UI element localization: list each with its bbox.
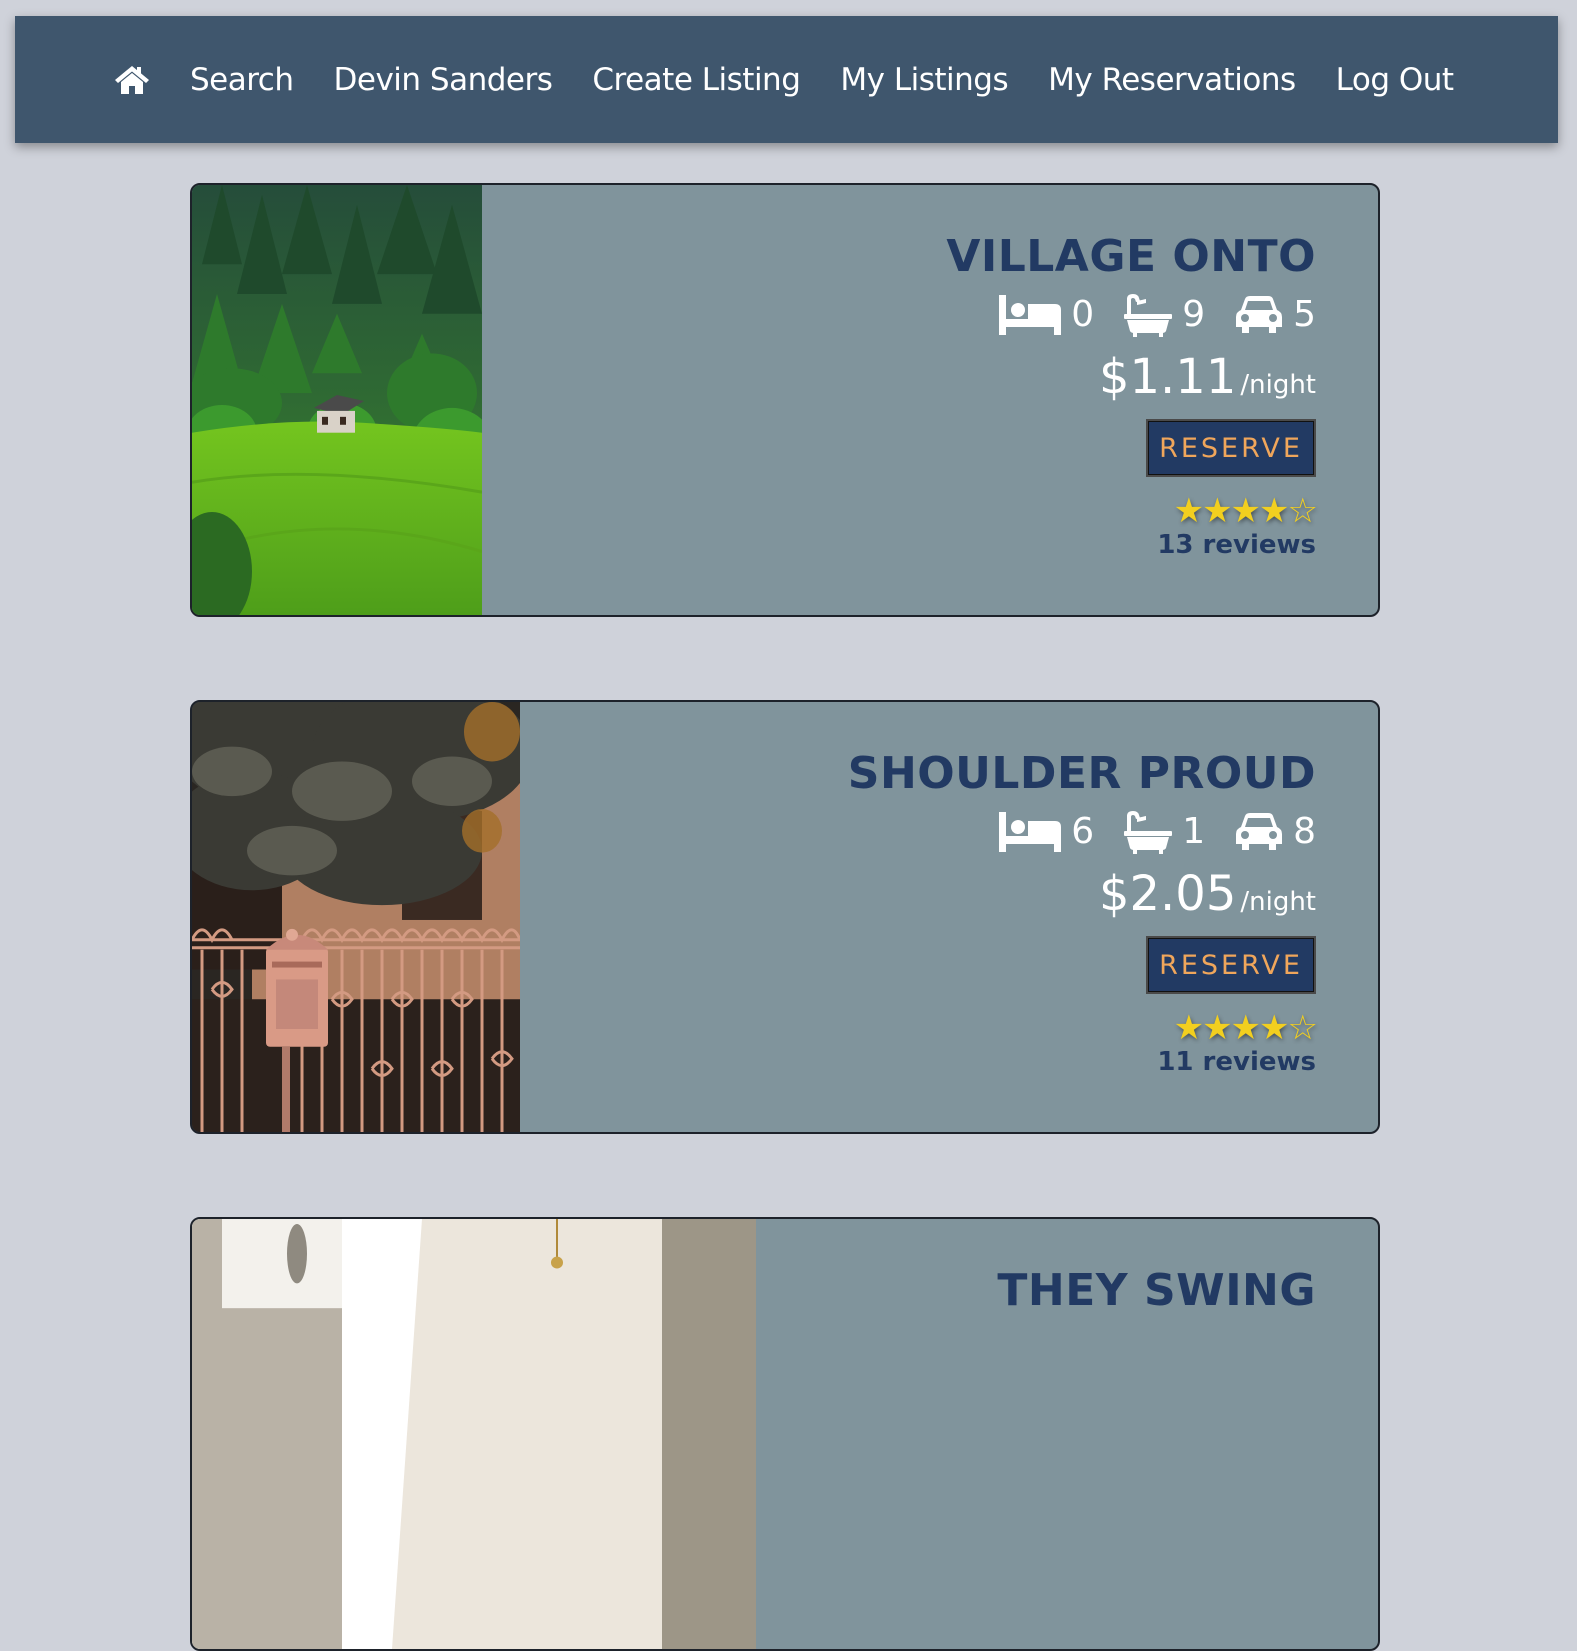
bed-icon: [999, 295, 1062, 335]
beds-count: 6: [1071, 811, 1095, 852]
listing-photo[interactable]: [192, 702, 520, 1132]
bath-icon: [1124, 811, 1173, 854]
listing-info: THEY SWING: [997, 1263, 1316, 1319]
amenities-row: 6 1 8: [999, 808, 1316, 856]
top-navbar: Search Devin Sanders Create Listing My L…: [15, 16, 1558, 143]
listing-info: VILLAGE ONTO 0 9 5 $1.11 /night RESERVE …: [946, 229, 1318, 561]
price-row: $2.05 /night: [1099, 866, 1316, 922]
beds-amenity: 6: [999, 812, 1094, 852]
beds-amenity: 0: [999, 295, 1094, 335]
listing-info: SHOULDER PROUD 6 1 8 $2.05 /night RESERV…: [847, 746, 1318, 1078]
listing-title: VILLAGE ONTO: [946, 231, 1316, 282]
home-icon[interactable]: [114, 64, 150, 96]
nav-search-link[interactable]: Search: [190, 62, 294, 98]
listing-card: SHOULDER PROUD 6 1 8 $2.05 /night RESERV…: [190, 700, 1380, 1134]
baths-count: 9: [1182, 294, 1206, 335]
review-count-link[interactable]: 11 reviews: [1157, 1046, 1316, 1078]
reserve-button[interactable]: RESERVE: [1146, 419, 1316, 477]
listing-price: $1.11: [1098, 349, 1237, 405]
nav-my-listings-link[interactable]: My Listings: [840, 62, 1008, 98]
listing-card: THEY SWING: [190, 1217, 1380, 1651]
listing-card: VILLAGE ONTO 0 9 5 $1.11 /night RESERVE …: [190, 183, 1380, 617]
nav-logout-link[interactable]: Log Out: [1336, 62, 1454, 98]
parking-amenity: 5: [1235, 295, 1316, 335]
baths-count: 1: [1182, 811, 1206, 852]
bed-icon: [999, 812, 1062, 852]
listing-photo[interactable]: [192, 185, 482, 615]
per-night-label: /night: [1240, 370, 1316, 400]
car-icon: [1236, 296, 1283, 333]
bath-icon: [1124, 294, 1173, 337]
beds-count: 0: [1071, 294, 1095, 335]
baths-amenity: 1: [1124, 810, 1205, 854]
price-row: $1.11 /night: [1099, 349, 1316, 405]
rating-block: ★★★★☆ 11 reviews: [1157, 1008, 1318, 1078]
per-night-label: /night: [1240, 887, 1316, 917]
listing-title: THEY SWING: [997, 1265, 1316, 1316]
listing-price: $2.05: [1098, 866, 1237, 922]
car-icon: [1236, 813, 1283, 850]
rating-block: ★★★★☆ 13 reviews: [1157, 491, 1318, 561]
star-rating: ★★★★☆: [1173, 491, 1318, 531]
parking-amenity: 8: [1235, 812, 1316, 852]
nav-create-listing-link[interactable]: Create Listing: [592, 62, 801, 98]
star-rating: ★★★★☆: [1173, 1008, 1318, 1048]
parking-count: 5: [1293, 294, 1316, 335]
amenities-row: 0 9 5: [999, 291, 1316, 339]
parking-count: 8: [1293, 811, 1316, 852]
review-count-link[interactable]: 13 reviews: [1157, 529, 1316, 561]
nav-user-link[interactable]: Devin Sanders: [334, 62, 553, 98]
baths-amenity: 9: [1124, 293, 1205, 337]
reserve-button[interactable]: RESERVE: [1146, 936, 1316, 994]
nav-my-reservations-link[interactable]: My Reservations: [1048, 62, 1296, 98]
listing-title: SHOULDER PROUD: [847, 748, 1316, 799]
listing-photo[interactable]: [192, 1219, 756, 1649]
nav-links: Search Devin Sanders Create Listing My L…: [114, 16, 1454, 143]
